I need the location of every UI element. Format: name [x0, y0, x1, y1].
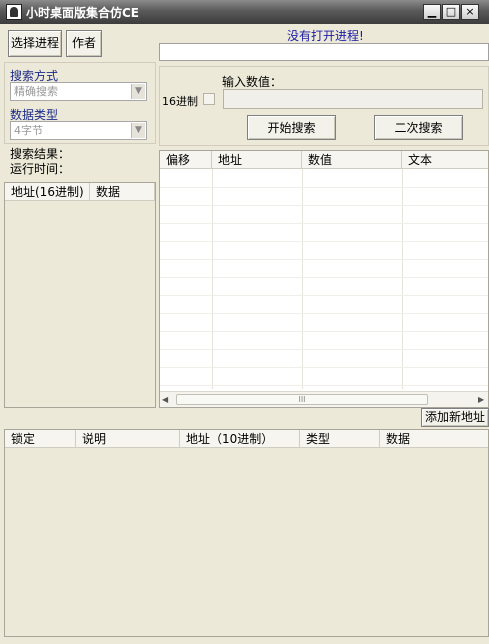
process-status: 没有打开进程!	[287, 29, 364, 43]
grid-line	[160, 241, 488, 242]
column-header-address-dec[interactable]: 地址（10进制）	[180, 430, 300, 448]
select-process-button[interactable]: 选择进程	[8, 30, 62, 57]
scroll-right-icon[interactable]: ▶	[478, 393, 488, 406]
column-header-offset[interactable]: 偏移	[160, 151, 212, 169]
column-header-data[interactable]: 数据	[380, 430, 488, 448]
grid-line	[212, 169, 213, 389]
column-header-description[interactable]: 说明	[76, 430, 180, 448]
progress-bar	[159, 43, 489, 61]
grid-line	[160, 349, 488, 350]
start-search-button[interactable]: 开始搜索	[247, 115, 336, 140]
minimize-icon[interactable]: ▁	[423, 4, 441, 20]
grid-line	[160, 187, 488, 188]
horizontal-scrollbar[interactable]: ◀ III ▶	[160, 391, 488, 407]
chevron-down-icon[interactable]: ▼	[131, 123, 145, 138]
column-header-type[interactable]: 类型	[300, 430, 380, 448]
window-title: 小时桌面版集合仿CE	[26, 6, 140, 20]
results-list[interactable]: 地址(16进制) 数据	[4, 182, 156, 408]
memory-table[interactable]: 偏移 地址 数值 文本 ◀ III ▶	[159, 150, 489, 408]
value-input[interactable]	[223, 89, 483, 109]
data-type-select[interactable]: 4字节 ▼	[10, 121, 147, 140]
memory-table-header: 偏移 地址 数值 文本	[160, 151, 488, 169]
scroll-thumb[interactable]: III	[176, 394, 428, 405]
close-icon[interactable]: ×	[461, 4, 479, 20]
grid-line	[160, 259, 488, 260]
chevron-down-icon[interactable]: ▼	[131, 84, 145, 99]
author-button[interactable]: 作者	[66, 30, 102, 57]
column-header-address-hex[interactable]: 地址(16进制)	[5, 183, 90, 201]
grid-line	[160, 295, 488, 296]
address-list[interactable]: 锁定 说明 地址（10进制） 类型 数据	[4, 429, 489, 637]
hex-checkbox[interactable]	[203, 93, 215, 105]
scroll-left-icon[interactable]: ◀	[162, 393, 174, 406]
column-header-lock[interactable]: 锁定	[5, 430, 76, 448]
input-value-label: 输入数值：	[222, 75, 283, 89]
grid-line	[160, 385, 488, 386]
grid-line	[160, 277, 488, 278]
search-method-select[interactable]: 精确搜索 ▼	[10, 82, 147, 101]
grid-line	[160, 367, 488, 368]
app-icon	[6, 4, 22, 20]
column-header-value[interactable]: 数值	[302, 151, 402, 169]
grid-line	[160, 205, 488, 206]
column-header-address[interactable]: 地址	[212, 151, 302, 169]
grid-line	[160, 313, 488, 314]
grid-line	[302, 169, 303, 389]
second-search-button[interactable]: 二次搜索	[374, 115, 463, 140]
run-time-label: 运行时间：	[10, 162, 71, 176]
address-list-header: 锁定 说明 地址（10进制） 类型 数据	[5, 430, 488, 448]
hex-label: 16进制	[162, 95, 198, 108]
column-header-data[interactable]: 数据	[90, 183, 155, 201]
grid-line	[160, 331, 488, 332]
column-header-text[interactable]: 文本	[402, 151, 488, 169]
grid-line	[402, 169, 403, 389]
results-list-header: 地址(16进制) 数据	[5, 183, 155, 201]
maximize-icon[interactable]: □	[442, 4, 460, 20]
search-method-value: 精确搜索	[14, 85, 58, 98]
add-address-button[interactable]: 添加新地址	[421, 408, 489, 427]
data-type-value: 4字节	[14, 124, 43, 137]
grid-line	[160, 223, 488, 224]
